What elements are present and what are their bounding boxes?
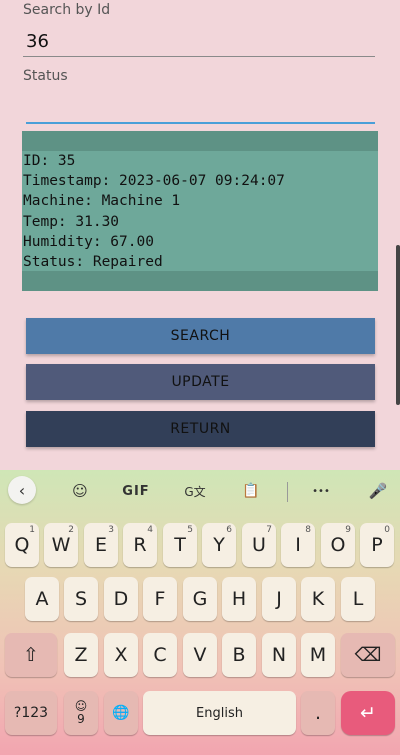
key-r[interactable]: R4: [123, 523, 157, 567]
sticker-icon[interactable]: ☺: [66, 478, 94, 504]
update-button[interactable]: UPDATE: [26, 364, 375, 400]
period-key[interactable]: .: [301, 691, 335, 735]
emoji-key[interactable]: ☺ 9: [64, 691, 98, 735]
record-details-text: ID: 35 Timestamp: 2023-06-07 09:24:07 Ma…: [23, 151, 285, 272]
clipboard-icon[interactable]: 📋: [238, 478, 264, 504]
search-id-input[interactable]: 36: [26, 31, 49, 52]
record-id: ID: 35: [23, 153, 76, 169]
key-t[interactable]: T5: [163, 523, 197, 567]
search-by-id-label: Search by Id: [23, 2, 111, 18]
key-p[interactable]: P0: [360, 523, 394, 567]
toolbar-divider: [287, 482, 288, 502]
emoji-key-hint: 9: [77, 712, 85, 726]
key-l[interactable]: L: [341, 577, 375, 621]
key-n[interactable]: N: [262, 633, 296, 677]
keyboard-toolbar: ‹ ☺ GIF G文 📋 ••• 🎤: [0, 470, 400, 510]
shift-key[interactable]: ⇧: [5, 633, 57, 677]
record-machine: Machine: Machine 1: [23, 193, 181, 210]
key-x[interactable]: X: [104, 633, 138, 677]
panel-top-band: [22, 131, 378, 151]
key-s[interactable]: S: [64, 577, 98, 621]
key-y[interactable]: Y6: [202, 523, 236, 567]
status-input[interactable]: [26, 88, 375, 122]
key-o[interactable]: O9: [321, 523, 355, 567]
search-input-underline: [23, 56, 375, 57]
on-screen-keyboard: ‹ ☺ GIF G文 📋 ••• 🎤 Q1 W2 E3 R4 T5 Y6 U7 …: [0, 470, 400, 755]
record-details-panel: ID: 35 Timestamp: 2023-06-07 09:24:07 Ma…: [22, 131, 378, 291]
back-icon[interactable]: ‹: [8, 476, 36, 504]
key-v[interactable]: V: [183, 633, 217, 677]
key-d[interactable]: D: [104, 577, 138, 621]
mic-icon[interactable]: 🎤: [364, 478, 392, 504]
panel-bottom-band: [22, 271, 378, 291]
key-u[interactable]: U7: [242, 523, 276, 567]
key-h[interactable]: H: [222, 577, 256, 621]
symbols-key[interactable]: ?123: [5, 691, 57, 735]
key-q[interactable]: Q1: [5, 523, 39, 567]
search-button[interactable]: SEARCH: [26, 318, 375, 354]
key-m[interactable]: M: [301, 633, 335, 677]
key-k[interactable]: K: [301, 577, 335, 621]
record-humidity: Humidity: 67.00: [23, 233, 154, 250]
key-w[interactable]: W2: [44, 523, 78, 567]
app-screen: Search by Id 36 Status ID: 35 Timestamp:…: [0, 0, 400, 470]
key-e[interactable]: E3: [84, 523, 118, 567]
key-a[interactable]: A: [25, 577, 59, 621]
status-input-underline: [26, 122, 375, 124]
enter-key[interactable]: ↵: [341, 691, 395, 735]
record-timestamp: Timestamp: 2023-06-07 09:24:07: [23, 173, 285, 190]
key-i[interactable]: I8: [281, 523, 315, 567]
space-bar[interactable]: English: [143, 691, 296, 735]
key-j[interactable]: J: [262, 577, 296, 621]
status-label: Status: [23, 68, 68, 84]
key-b[interactable]: B: [222, 633, 256, 677]
translate-icon[interactable]: G文: [180, 478, 210, 504]
scrollbar-thumb[interactable]: [396, 245, 400, 405]
key-c[interactable]: C: [143, 633, 177, 677]
globe-icon[interactable]: 🌐: [104, 691, 138, 735]
record-temp: Temp: 31.30: [23, 213, 120, 230]
key-g[interactable]: G: [183, 577, 217, 621]
key-f[interactable]: F: [143, 577, 177, 621]
more-icon[interactable]: •••: [306, 478, 336, 504]
key-z[interactable]: Z: [64, 633, 98, 677]
return-button[interactable]: RETURN: [26, 411, 375, 447]
record-status: Status: Repaired: [23, 254, 163, 271]
gif-button[interactable]: GIF: [120, 478, 152, 504]
backspace-key[interactable]: ⌫: [341, 633, 395, 677]
